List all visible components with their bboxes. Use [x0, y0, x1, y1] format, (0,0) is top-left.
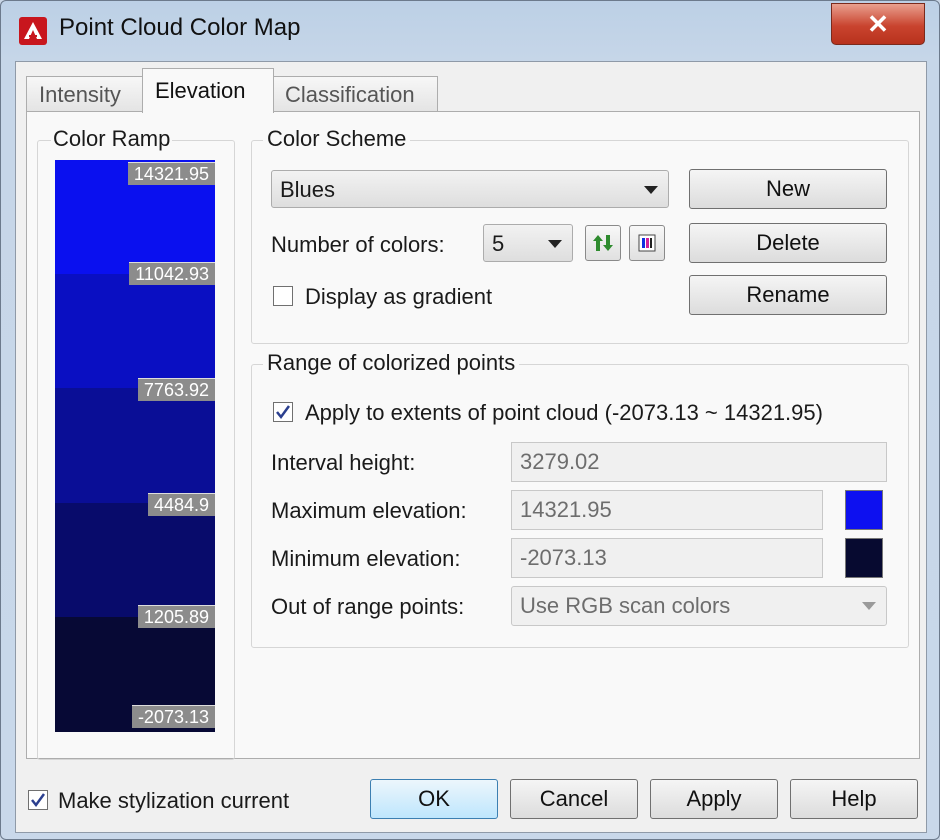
rename-button[interactable]: Rename	[689, 275, 887, 315]
checkmark-icon	[31, 793, 46, 808]
title-bar[interactable]: Point Cloud Color Map ✕	[1, 1, 939, 57]
maximum-color-swatch[interactable]	[845, 490, 883, 530]
color-scheme-title: Color Scheme	[263, 126, 411, 152]
ramp-label: 1205.89	[137, 605, 215, 628]
range-title: Range of colorized points	[263, 350, 520, 376]
ramp-label: 7763.92	[137, 378, 215, 401]
make-stylization-current-label: Make stylization current	[58, 788, 290, 813]
ramp-segment-1: 14321.95	[55, 160, 215, 274]
ramp-label-minimum: -2073.13	[131, 705, 215, 728]
checkmark-icon	[276, 405, 291, 420]
color-ramp-title: Color Ramp	[51, 126, 173, 152]
minimum-elevation-label: Minimum elevation:	[271, 546, 461, 571]
delete-button[interactable]: Delete	[689, 223, 887, 263]
number-of-colors-value: 5	[492, 231, 505, 256]
ramp-segment-3: 7763.92	[55, 378, 215, 503]
apply-to-extents-checkbox[interactable]	[273, 402, 293, 422]
swap-arrows-icon	[593, 235, 613, 251]
ramp-label: 14321.95	[127, 162, 215, 185]
tab-classification[interactable]: Classification	[272, 76, 438, 113]
new-button[interactable]: New	[689, 169, 887, 209]
maximum-elevation-label: Maximum elevation:	[271, 498, 467, 523]
maximum-elevation-field[interactable]: 14321.95	[511, 490, 823, 530]
minimum-color-swatch[interactable]	[845, 538, 883, 578]
edit-colors-button[interactable]	[629, 225, 665, 261]
chevron-down-icon	[862, 602, 876, 610]
ramp-label: 4484.9	[147, 493, 215, 516]
ok-button[interactable]: OK	[370, 779, 498, 819]
display-as-gradient-label: Display as gradient	[305, 284, 493, 309]
help-button[interactable]: Help	[790, 779, 918, 819]
out-of-range-dropdown[interactable]: Use RGB scan colors	[511, 586, 887, 626]
minimum-elevation-field[interactable]: -2073.13	[511, 538, 823, 578]
interval-height-field[interactable]: 3279.02	[511, 442, 887, 482]
cancel-button[interactable]: Cancel	[510, 779, 638, 819]
elevation-tab-panel: Color Ramp 14321.95 11042.93 7763.92 448…	[26, 111, 920, 760]
make-stylization-current-checkbox[interactable]	[28, 790, 48, 810]
close-icon: ✕	[867, 8, 889, 39]
dialog-window: Point Cloud Color Map ✕ Intensity Elevat…	[0, 0, 940, 840]
interval-height-label: Interval height:	[271, 450, 416, 475]
chevron-down-icon	[644, 186, 658, 194]
ramp-segment-2: 11042.93	[55, 262, 215, 388]
tab-intensity[interactable]: Intensity	[26, 76, 152, 113]
window-title: Point Cloud Color Map	[59, 14, 301, 41]
display-as-gradient-checkbox[interactable]	[273, 286, 293, 306]
number-of-colors-label: Number of colors:	[271, 232, 445, 257]
ramp-segment-5: 1205.89 -2073.13	[55, 605, 215, 732]
out-of-range-label: Out of range points:	[271, 594, 465, 619]
apply-button[interactable]: Apply	[650, 779, 778, 819]
reverse-colors-button[interactable]	[585, 225, 621, 261]
tab-elevation[interactable]: Elevation	[142, 68, 274, 113]
color-palette-icon	[638, 234, 656, 252]
autocad-logo-icon	[19, 17, 47, 45]
ramp-label: 11042.93	[129, 262, 215, 285]
dialog-client: Intensity Elevation Classification Color…	[15, 61, 927, 833]
close-button[interactable]: ✕	[831, 3, 925, 45]
out-of-range-value: Use RGB scan colors	[520, 593, 731, 618]
ramp-segment-4: 4484.9	[55, 493, 215, 617]
color-scheme-dropdown[interactable]: Blues	[271, 170, 669, 208]
apply-to-extents-label: Apply to extents of point cloud (-2073.1…	[305, 400, 823, 425]
chevron-down-icon	[548, 240, 562, 248]
color-scheme-value: Blues	[280, 177, 336, 202]
number-of-colors-dropdown[interactable]: 5	[483, 224, 573, 262]
color-ramp-bar: 14321.95 11042.93 7763.92 4484.9 1205.89…	[55, 160, 215, 732]
